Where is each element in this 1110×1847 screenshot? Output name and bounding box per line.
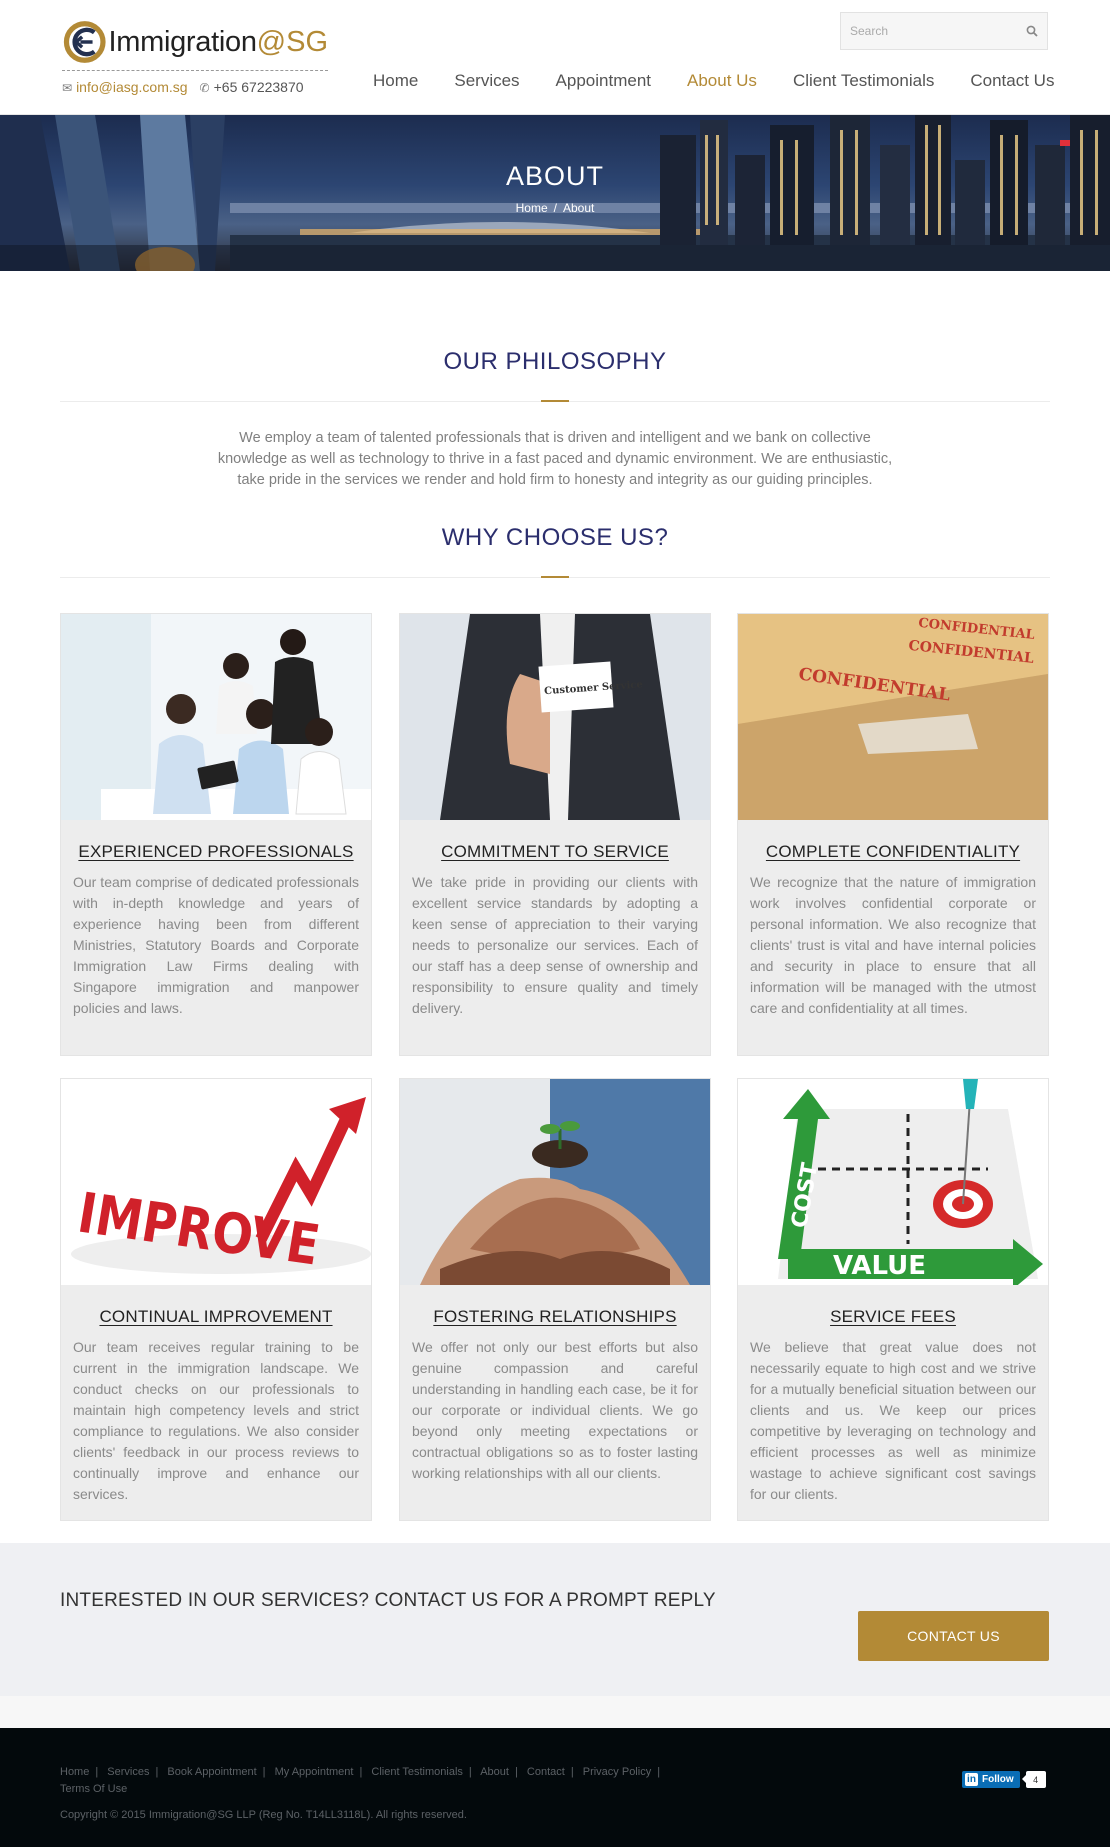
philosophy-text: We employ a team of talented professiona… [217,430,893,488]
envelope-icon: ✉ [62,81,73,95]
footer-link-privacy-policy[interactable]: Privacy Policy [583,1766,651,1778]
why-choose-heading: WHY CHOOSE US? [441,524,669,551]
contact-cta-section: INTERESTED IN OUR SERVICES? CONTACT US F… [0,1543,1110,1696]
card-description: We believe that great value does not nec… [750,1339,1036,1502]
feature-card-experienced: EXPERIENCED PROFESSIONALS Our team compr… [60,613,372,1056]
team-meeting-image [61,614,371,820]
feature-card-confidentiality: CONFIDENTIAL CONFIDENTIAL CONFIDENTIAL C… [737,613,1049,1056]
feature-card-service-fees: COST VALUE SERVICE FEES We believe that … [737,1078,1049,1521]
footer-separator: | [514,1766,518,1778]
card-title: FOSTERING RELATIONSHIPS [433,1307,677,1326]
philosophy-heading: OUR PHILOSOPHY [443,348,667,375]
footer-link-my-appointment[interactable]: My Appointment [275,1766,354,1778]
phone-contact: ✆ +65 67223870 [200,79,304,95]
footer-link-about[interactable]: About [480,1766,509,1778]
hands-seedling-image [400,1079,710,1285]
footer-separator: | [262,1766,266,1778]
footer-link-client-testimonials[interactable]: Client Testimonials [371,1766,463,1778]
feature-card-relationships: FOSTERING RELATIONSHIPS We offer not onl… [399,1078,711,1521]
footer-separator: | [570,1766,574,1778]
search-input[interactable] [850,24,1020,38]
footer-link-contact[interactable]: Contact [527,1766,565,1778]
footer-spacer [0,1696,1110,1728]
card-description: Our team comprise of dedicated professio… [73,874,359,1016]
card-description: We take pride in providing our clients w… [412,874,698,1016]
nav-about-us[interactable]: About Us [687,71,757,91]
nav-client-testimonials[interactable]: Client Testimonials [793,71,934,91]
customer-service-card-image: Customer Service [400,614,710,820]
city-skyline-image [0,115,1110,271]
footer-link-book-appointment[interactable]: Book Appointment [167,1766,256,1778]
logo-mark-icon [63,21,106,63]
card-title: COMPLETE CONFIDENTIALITY [765,842,1021,861]
logo-accent-text: @SG [256,25,328,58]
philosophy-accent-bar [541,400,569,402]
why-choose-accent-bar [541,576,569,578]
search-box [840,12,1048,50]
nav-contact-us[interactable]: Contact Us [970,71,1054,91]
site-footer: Home | Services | Book Appointment | My App… [0,1728,1110,1847]
contact-us-button[interactable]: CONTACT US [858,1611,1049,1661]
breadcrumb-separator: / [553,201,557,215]
footer-link-home[interactable]: Home [60,1766,89,1778]
logo-text: Immigration [108,25,257,58]
card-description: We offer not only our best efforts but a… [412,1339,698,1481]
phone-icon: ✆ [199,81,210,95]
feature-card-commitment: Customer Service COMMITMENT TO SERVICE W… [399,613,711,1056]
card-description: Our team receives regular training to be… [73,1339,359,1502]
confidential-folders-image: CONFIDENTIAL CONFIDENTIAL CONFIDENTIAL [738,614,1048,820]
breadcrumb-home[interactable]: Home [516,201,548,215]
footer-links: Home | Services | Book Appointment | My App… [60,1764,720,1798]
nav-services[interactable]: Services [454,71,519,91]
footer-separator: | [468,1766,472,1778]
phone-number: +65 67223870 [213,79,304,95]
card-description: We recognize that the nature of immigrat… [750,874,1036,1016]
linkedin-follow-widget[interactable]: in Follow 4 [962,1771,1046,1788]
nav-home[interactable]: Home [373,71,418,91]
linkedin-follow-button[interactable]: in Follow [962,1771,1020,1788]
copyright-text: Copyright © 2015 Immigration@SG LLP (Reg… [60,1809,467,1821]
cta-heading: INTERESTED IN OUR SERVICES? CONTACT US F… [60,1590,716,1611]
footer-separator: | [155,1766,159,1778]
linkedin-follow-label: Follow [982,1774,1014,1785]
footer-link-terms-of-use[interactable]: Terms Of Use [60,1783,127,1795]
search-icon[interactable] [1026,25,1038,37]
card-title: COMMITMENT TO SERVICE [441,842,669,861]
email-link[interactable]: info@iasg.com.sg [76,79,187,95]
page-banner: ABOUT Home / About [0,115,1110,271]
feature-card-improvement: IMPROVE CONTINUAL IMPROVEMENT Our team r… [60,1078,372,1521]
footer-separator: | [359,1766,363,1778]
site-logo[interactable]: Immigration @SG [63,16,328,68]
breadcrumb: Home / About [0,201,1110,215]
site-header: Immigration @SG ✉ info@iasg.com.sg ✆ +65 67… [0,0,1110,115]
linkedin-icon: in [965,1773,978,1786]
page-title: ABOUT [505,161,604,191]
card-title: CONTINUAL IMPROVEMENT [99,1307,333,1326]
cost-value-target-image: COST VALUE [738,1079,1048,1285]
contact-info: ✉ info@iasg.com.sg ✆ +65 67223870 [62,70,328,95]
footer-link-services[interactable]: Services [107,1766,149,1778]
nav-appointment[interactable]: Appointment [556,71,651,91]
linkedin-follower-count: 4 [1021,1771,1046,1788]
card-title: SERVICE FEES [830,1307,956,1326]
value-graphic-text: VALUE [833,1251,926,1281]
breadcrumb-current: About [563,201,595,215]
improve-arrow-image: IMPROVE [61,1079,371,1285]
footer-separator: | [95,1766,99,1778]
card-title: EXPERIENCED PROFESSIONALS [78,842,354,861]
email-contact[interactable]: ✉ info@iasg.com.sg [62,79,188,95]
footer-separator: | [657,1766,661,1778]
main-nav: Home Services Appointment About Us Clien… [355,71,1072,91]
